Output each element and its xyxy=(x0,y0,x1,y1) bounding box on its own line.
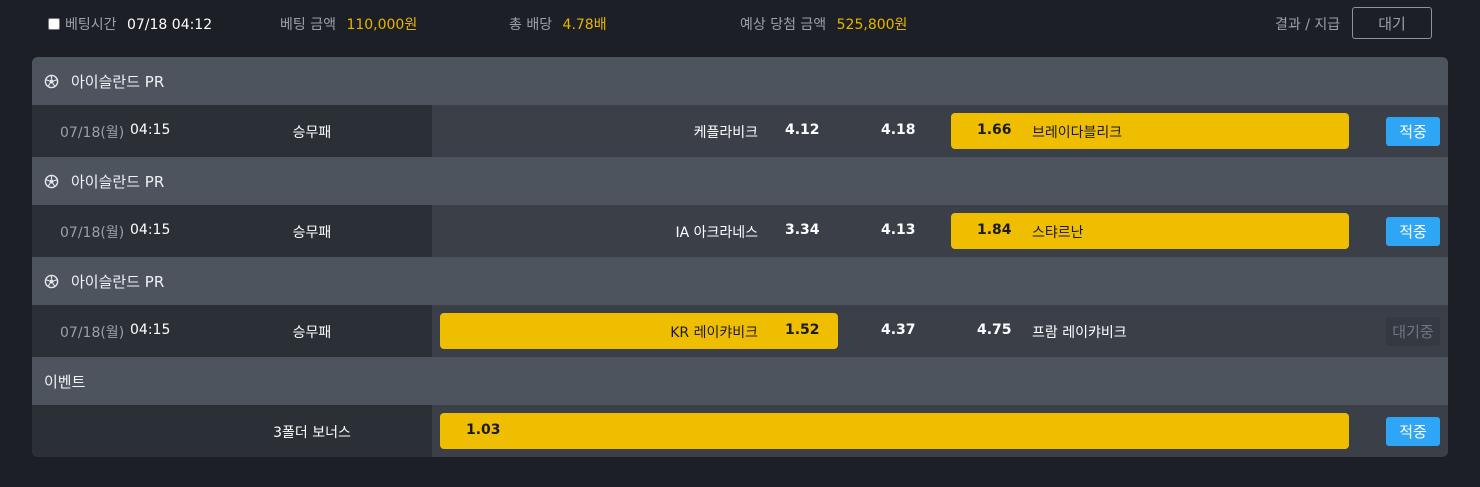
match-row: 07/18(월) 04:15 승무패 IA 아크라네스 3.34 4.13 1.… xyxy=(32,205,1448,257)
result-badge: 적중 xyxy=(1386,417,1440,446)
event-header: 이벤트 xyxy=(32,357,1448,405)
match-time: 04:15 xyxy=(130,222,171,238)
home-odds[interactable]: 1.52 xyxy=(785,322,820,338)
bet-amount-value: 110,000원 xyxy=(346,17,418,33)
event-row: 3폴더 보너스 1.03 적중 xyxy=(32,405,1448,457)
bet-amount: 베팅 금액 110,000원 xyxy=(280,14,417,34)
league-header: 아이슬란드 PR xyxy=(32,257,1448,305)
selected-highlight xyxy=(440,413,1349,449)
match-time: 04:15 xyxy=(130,322,171,338)
match-time: 04:15 xyxy=(130,122,171,138)
away-team: 스탸르난 xyxy=(1032,225,1084,241)
home-team: KR 레이캬비크 xyxy=(670,325,758,341)
bet-time: 베팅시간 07/18 04:12 xyxy=(48,14,212,34)
home-team: IA 아크라네스 xyxy=(675,225,758,241)
soccer-ball-icon xyxy=(44,74,59,88)
select-checkbox[interactable] xyxy=(48,18,60,30)
match-row: 07/18(월) 04:15 승무패 KR 레이캬비크 1.52 4.37 4.… xyxy=(32,305,1448,357)
away-team: 브레이다블리크 xyxy=(1032,125,1123,141)
match-date: 07/18(월) xyxy=(60,125,125,141)
bet-summary-bar: 베팅시간 07/18 04:12 베팅 금액 110,000원 총 배당 4.7… xyxy=(0,0,1480,46)
away-odds[interactable]: 4.75 xyxy=(977,322,1012,338)
bonus-odds: 1.03 xyxy=(466,422,501,438)
event-info: 3폴더 보너스 xyxy=(32,405,432,457)
result-badge: 적중 xyxy=(1386,117,1440,146)
selected-highlight xyxy=(440,313,838,349)
match-info: 07/18(월) 04:15 승무패 xyxy=(32,305,432,357)
away-odds[interactable]: 1.66 xyxy=(977,122,1012,138)
total-odds-value: 4.78배 xyxy=(562,17,607,33)
match-info: 07/18(월) 04:15 승무패 xyxy=(32,105,432,157)
total-odds-label: 총 배당 xyxy=(509,17,553,33)
bonus-name: 3폴더 보너스 xyxy=(273,425,351,441)
league-name: 아이슬란드 PR xyxy=(71,72,165,91)
result-badge: 적중 xyxy=(1386,217,1440,246)
league-name: 아이슬란드 PR xyxy=(71,172,165,191)
result-badge: 대기중 xyxy=(1386,317,1440,346)
soccer-ball-icon xyxy=(44,174,59,188)
market-type: 승무패 xyxy=(292,125,332,141)
draw-odds[interactable]: 4.13 xyxy=(881,222,916,238)
expected-win-label: 예상 당첨 금액 xyxy=(740,17,827,33)
away-team: 프람 레이캬비크 xyxy=(1032,325,1127,341)
bet-detail-panel: 아이슬란드 PR 07/18(월) 04:15 승무패 케플라비크 4.12 4… xyxy=(32,57,1448,457)
away-odds[interactable]: 1.84 xyxy=(977,222,1012,238)
draw-odds[interactable]: 4.37 xyxy=(881,322,916,338)
event-title: 이벤트 xyxy=(44,372,86,391)
result-status-box: 대기 xyxy=(1352,7,1432,39)
match-row: 07/18(월) 04:15 승무패 케플라비크 4.12 4.18 1.66 … xyxy=(32,105,1448,157)
bet-time-value: 07/18 04:12 xyxy=(126,17,213,33)
bet-amount-label: 베팅 금액 xyxy=(280,17,336,33)
market-type: 승무패 xyxy=(292,325,332,341)
result-label: 결과 / 지급 xyxy=(1275,17,1341,33)
match-date: 07/18(월) xyxy=(60,325,125,341)
bet-time-label: 베팅시간 xyxy=(65,17,117,33)
league-header: 아이슬란드 PR xyxy=(32,57,1448,105)
home-team: 케플라비크 xyxy=(693,125,758,141)
home-odds[interactable]: 4.12 xyxy=(785,122,820,138)
match-info: 07/18(월) 04:15 승무패 xyxy=(32,205,432,257)
match-date: 07/18(월) xyxy=(60,225,125,241)
league-header: 아이슬란드 PR xyxy=(32,157,1448,205)
total-odds: 총 배당 4.78배 xyxy=(509,14,607,34)
market-type: 승무패 xyxy=(292,225,332,241)
expected-win: 예상 당첨 금액 525,800원 xyxy=(740,14,907,34)
home-odds[interactable]: 3.34 xyxy=(785,222,820,238)
draw-odds[interactable]: 4.18 xyxy=(881,122,916,138)
expected-win-value: 525,800원 xyxy=(836,17,908,33)
league-name: 아이슬란드 PR xyxy=(71,272,165,291)
soccer-ball-icon xyxy=(44,274,59,288)
